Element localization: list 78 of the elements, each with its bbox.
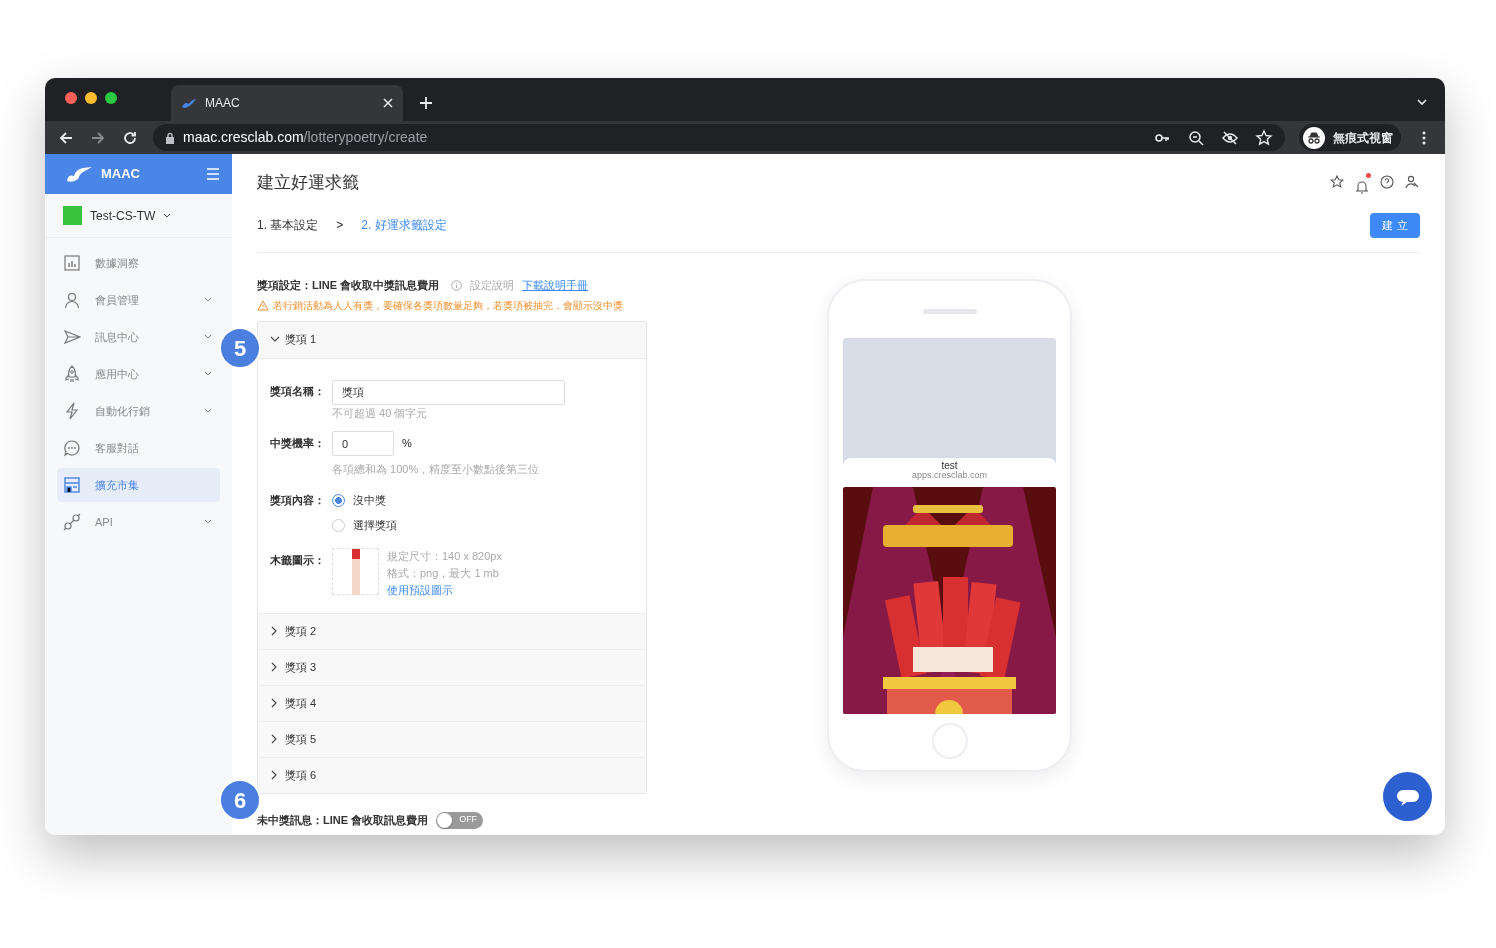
favicon-icon bbox=[181, 97, 197, 109]
accordion-header[interactable]: 獎項 6 bbox=[258, 756, 646, 793]
chevron-down-icon bbox=[204, 371, 212, 377]
person-icon bbox=[63, 291, 81, 309]
minimize-window-button[interactable] bbox=[85, 92, 97, 104]
tab-title: MAAC bbox=[205, 95, 241, 112]
logo-icon bbox=[65, 165, 93, 183]
step-label[interactable]: 2. 好運求籤設定 bbox=[361, 216, 447, 234]
radio-option[interactable]: 沒中獎 bbox=[332, 487, 397, 513]
close-window-button[interactable] bbox=[65, 92, 77, 104]
preview-domain: apps.cresclab.com bbox=[910, 471, 988, 481]
account-selector[interactable]: Test-CS-TW bbox=[90, 206, 156, 225]
lock-icon bbox=[165, 131, 175, 144]
name-field[interactable]: 獎項 bbox=[332, 379, 565, 405]
speaker-slot bbox=[922, 309, 977, 314]
sidebar-item[interactable]: 應用中心 bbox=[57, 357, 220, 391]
hint-text: 不可超過 40 個字元 bbox=[332, 405, 429, 421]
lightning-icon bbox=[63, 402, 81, 420]
chevron-down-icon bbox=[204, 519, 212, 525]
new-tab-icon[interactable] bbox=[417, 94, 435, 112]
manual-link[interactable]: 下載說明手冊 bbox=[522, 277, 589, 294]
rate-field[interactable]: 0 bbox=[332, 431, 394, 456]
chart-icon bbox=[63, 254, 81, 272]
spec-text: 格式：png，最大 1 mb bbox=[387, 565, 500, 581]
chat-icon bbox=[63, 439, 81, 457]
zoom-out-icon[interactable] bbox=[1187, 128, 1205, 147]
sidebar-item[interactable]: 訊息中心 bbox=[57, 320, 220, 354]
chevron-down-icon bbox=[163, 212, 172, 219]
field-label: 木籤圖示： bbox=[270, 552, 326, 568]
accordion-header[interactable]: 獎項 3 bbox=[258, 648, 646, 685]
step-label[interactable]: 1. 基本設定 bbox=[257, 216, 319, 234]
accordion-header[interactable]: 獎項 4 bbox=[258, 684, 646, 721]
close-tab-icon[interactable] bbox=[383, 98, 393, 108]
sidebar-item[interactable]: 客服對話 bbox=[57, 431, 220, 465]
step-separator: > bbox=[336, 217, 344, 234]
help-icon[interactable] bbox=[1379, 174, 1395, 190]
chevron-down-icon bbox=[204, 297, 212, 303]
url-text: maac.cresclab.com/lotterypoetry/create bbox=[183, 128, 429, 147]
maximize-window-button[interactable] bbox=[105, 92, 117, 104]
page-title: 建立好運求籤 bbox=[257, 172, 359, 194]
star-icon[interactable] bbox=[1255, 128, 1273, 147]
eye-off-icon[interactable] bbox=[1221, 128, 1239, 147]
field-label: 中獎機率： bbox=[270, 436, 326, 451]
star-icon[interactable] bbox=[1329, 174, 1345, 190]
accordion-header[interactable]: 獎項 2 bbox=[258, 612, 646, 649]
sidebar-item[interactable]: 自動化行銷 bbox=[57, 394, 220, 428]
field-label: 獎項名稱： bbox=[270, 383, 326, 399]
accordion-header[interactable]: 獎項 5 bbox=[258, 720, 646, 757]
chevron-down-icon bbox=[204, 334, 212, 340]
sidebar-item[interactable]: 會員管理 bbox=[57, 283, 220, 317]
warning-text: 若行銷活動為人人有獎，要確保各獎項數量足夠，若獎項被抽完，會顯示沒中獎 bbox=[273, 298, 623, 313]
stick-thumbnail[interactable] bbox=[332, 547, 379, 595]
bell-icon[interactable] bbox=[1354, 178, 1370, 195]
profile-button[interactable]: 無痕式視窗 bbox=[1299, 124, 1401, 151]
unit-label: % bbox=[402, 436, 412, 452]
address-bar[interactable]: maac.cresclab.com/lotterypoetry/create bbox=[153, 124, 1285, 151]
chat-button[interactable] bbox=[1383, 772, 1432, 821]
send-icon bbox=[63, 328, 81, 346]
default-icon-link[interactable]: 使用預設圖示 bbox=[387, 581, 502, 599]
sidebar-item[interactable]: API bbox=[57, 505, 220, 539]
warning-icon bbox=[257, 299, 269, 311]
incognito-icon bbox=[1303, 126, 1325, 149]
plug-icon bbox=[63, 513, 81, 531]
store-icon bbox=[63, 476, 81, 494]
brand-name: MAAC bbox=[101, 165, 141, 184]
users-icon[interactable] bbox=[1404, 174, 1420, 190]
line-logo-icon bbox=[63, 206, 82, 225]
preview-title: test bbox=[940, 460, 959, 471]
info-icon bbox=[451, 279, 463, 291]
accordion-header[interactable]: 獎項 1 bbox=[258, 321, 646, 358]
spec-text: 規定尺寸：140 x 820px bbox=[387, 548, 502, 564]
radio-option[interactable]: 選擇獎項 bbox=[332, 512, 397, 538]
browser-tab[interactable]: MAAC bbox=[171, 85, 403, 121]
rocket-icon bbox=[63, 365, 81, 383]
sidebar-item[interactable]: 數據洞察 bbox=[57, 246, 220, 280]
chevron-down-icon bbox=[204, 408, 212, 414]
field-label: 獎項內容： bbox=[270, 492, 326, 508]
section-heading: 獎項設定：LINE 會收取中獎訊息費用 bbox=[257, 278, 440, 293]
